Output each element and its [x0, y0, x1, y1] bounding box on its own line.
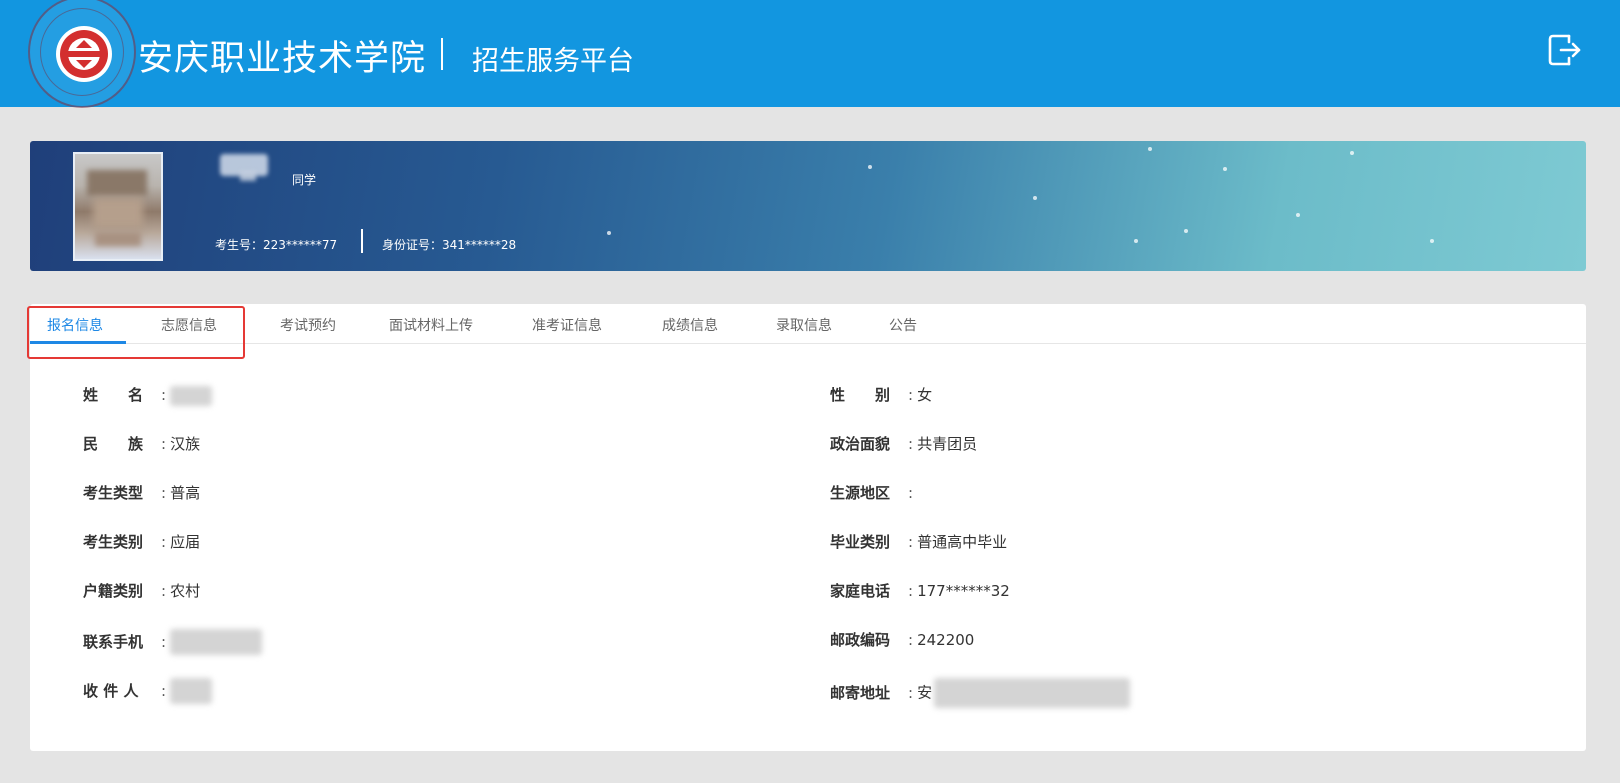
field-label: 毕业类别: [830, 533, 891, 551]
app-title: 安庆职业技术学院: [138, 39, 427, 79]
mobile-redacted: [170, 629, 263, 655]
tab-interview-upload[interactable]: 面试材料上传: [389, 315, 473, 335]
field-student-category: 考生类别: 应届: [83, 533, 201, 551]
field-value: 242200: [917, 631, 975, 649]
tab-bar: 报名信息 志愿信息 考试预约 面试材料上传 准考证信息 成绩信息 录取信息 公告: [30, 304, 1586, 344]
profile-divider: [361, 229, 363, 253]
field-political-status: 政治面貌: 共青团员: [830, 435, 978, 453]
field-value: 普高: [170, 484, 201, 502]
field-label: 联系手机: [83, 632, 144, 651]
name-redacted: [170, 385, 213, 406]
tab-highlight-annotation: [27, 306, 245, 359]
field-student-type: 考生类型: 普高: [83, 484, 201, 502]
field-label: 民 族: [83, 435, 144, 453]
field-origin-region: 生源地区:: [830, 484, 914, 502]
exam-number: 考生号：223******77: [215, 238, 338, 252]
field-label: 邮寄地址: [830, 683, 891, 702]
field-value: 女: [917, 386, 933, 404]
field-household-type: 户籍类别: 农村: [83, 582, 201, 600]
student-profile-banner: 同学 考生号：223******77 身份证号：341******28: [30, 141, 1586, 271]
field-value: 汉族: [170, 435, 201, 453]
tab-exam-appointment[interactable]: 考试预约: [280, 315, 336, 335]
school-emblem-icon: [56, 26, 112, 82]
field-postcode: 邮政编码:242200: [830, 631, 975, 649]
top-header-bar: 安庆职业技术学院 招生服务平台: [0, 0, 1620, 108]
tab-announcements[interactable]: 公告: [889, 315, 917, 335]
field-value: 农村: [170, 582, 201, 600]
field-value: 安: [917, 683, 933, 702]
field-label: 考生类别: [83, 533, 144, 551]
student-photo: [73, 152, 163, 261]
logout-button[interactable]: [1545, 30, 1585, 70]
field-label: 考生类型: [83, 484, 144, 502]
field-label: 户籍类别: [83, 582, 144, 600]
tab-admission-info[interactable]: 录取信息: [776, 315, 832, 335]
student-greeting: 同学: [292, 173, 317, 187]
field-value: 普通高中毕业: [917, 533, 1008, 551]
info-panel: 报名信息 志愿信息 考试预约 面试材料上传 准考证信息 成绩信息 录取信息 公告…: [30, 304, 1586, 751]
app-subtitle: 招生服务平台: [472, 46, 634, 77]
field-label: 生源地区: [830, 484, 891, 502]
title-divider: [441, 38, 443, 70]
field-mobile: 联系手机:: [83, 629, 263, 655]
field-home-phone: 家庭电话:177******32: [830, 582, 1010, 600]
recipient-redacted: [170, 678, 213, 704]
field-graduation-type: 毕业类别: 普通高中毕业: [830, 533, 1008, 551]
tab-score-info[interactable]: 成绩信息: [662, 315, 718, 335]
field-label: 收 件 人: [83, 681, 139, 700]
student-name-redacted-part: [240, 171, 256, 181]
field-value: 共青团员: [917, 435, 978, 453]
school-seal-logo: [28, 0, 136, 108]
address-redacted: [934, 678, 1131, 708]
id-card-number: 身份证号：341******28: [382, 238, 517, 252]
field-gender: 性 别:女: [830, 386, 933, 404]
field-ethnicity: 民 族: 汉族: [83, 435, 201, 453]
field-value: 177******32: [917, 582, 1010, 600]
field-label: 性 别: [830, 386, 891, 404]
tab-admission-ticket[interactable]: 准考证信息: [532, 315, 602, 335]
field-recipient: 收 件 人:: [83, 678, 213, 704]
field-mail-address: 邮寄地址: 安: [830, 678, 1131, 708]
field-label: 家庭电话: [830, 582, 891, 600]
field-name: 姓 名:: [83, 384, 213, 406]
logout-icon: [1548, 34, 1581, 66]
field-value: 应届: [170, 533, 201, 551]
field-label: 姓 名: [83, 386, 144, 404]
field-label: 政治面貌: [830, 435, 891, 453]
field-label: 邮政编码: [830, 631, 891, 649]
